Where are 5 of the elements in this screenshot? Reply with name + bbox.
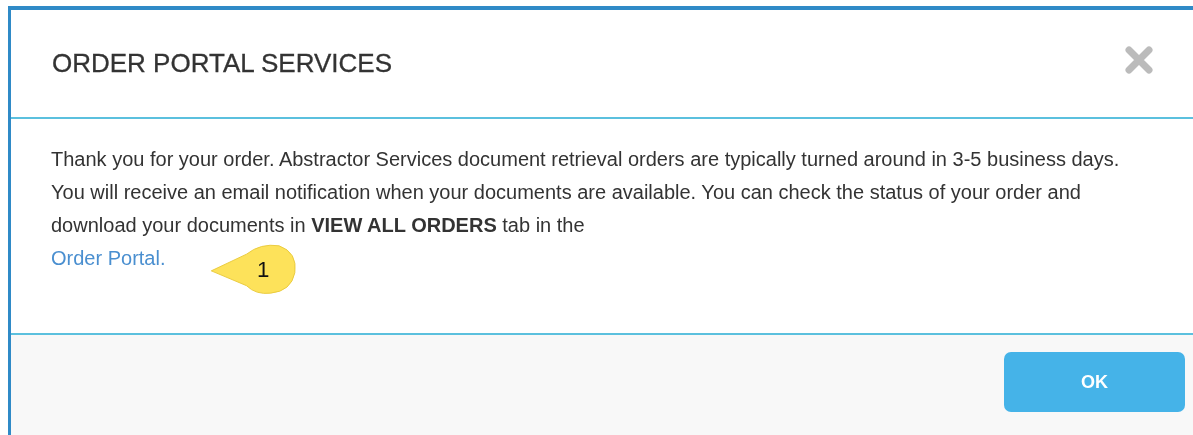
dialog-title: ORDER PORTAL SERVICES bbox=[52, 48, 393, 79]
close-icon[interactable] bbox=[1125, 45, 1153, 74]
order-portal-link[interactable]: Order Portal. bbox=[51, 242, 166, 275]
message-text: Thank you for your order. Abstractor Services document retrieval orders are typically turned around in 3-5 business days. You will receive an email notification when your documents are available. You can check the status of your order and download your documents in VIEW ALL ORDERS tab in the bbox=[51, 147, 1121, 238]
ok-button[interactable]: OK bbox=[1004, 352, 1185, 412]
